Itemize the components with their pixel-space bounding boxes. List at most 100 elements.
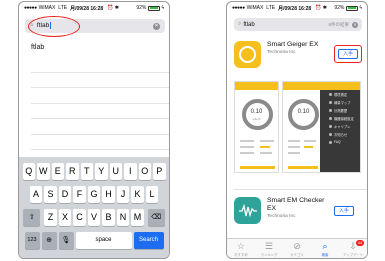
key-s[interactable]: S (44, 186, 57, 203)
key-u[interactable]: U (109, 163, 122, 180)
keyboard-row-2: ASDFGHJKL (21, 186, 167, 203)
battery-indicator: 92% ϟ (334, 5, 362, 11)
clear-icon[interactable]: ✕ (352, 21, 358, 28)
tab-label: アップデート (342, 252, 364, 257)
battery-percent: 92% (136, 5, 147, 11)
app-result-smart-em-checker[interactable]: Smart EM Checker EX Technoria Inc 入手 (234, 197, 363, 224)
search-icon: ⌕ (322, 240, 328, 251)
key-x[interactable]: X (58, 209, 72, 226)
search-field[interactable]: ⌕ ftlab 6件の結果 ✕ (234, 18, 362, 31)
search-input[interactable]: ftlab (243, 22, 254, 28)
em-checker-app-icon[interactable] (234, 197, 261, 224)
tab-label: おすすめ (234, 252, 248, 257)
key-m[interactable]: M (131, 209, 144, 226)
screenshot-menu-item: 計測履歴 (320, 106, 360, 114)
key-g[interactable]: G (87, 186, 101, 203)
screenshot-menu-item: 線量マップ (320, 98, 360, 106)
list-icon: ☰ (264, 240, 274, 251)
menu-bullet-icon (329, 140, 332, 144)
key-d[interactable]: D (58, 186, 72, 203)
screenshot-menu-item: FAQ (320, 138, 360, 146)
menu-bullet-icon (329, 100, 332, 104)
geiger-app-icon[interactable] (234, 41, 261, 68)
screenshot-menu-item: キャリブレ (320, 122, 360, 130)
highlight-box (334, 45, 362, 63)
menu-bullet-icon (329, 92, 332, 96)
screenshot-unit: μSv/h (252, 117, 261, 121)
key-c[interactable]: C (73, 209, 86, 226)
keyboard-row-1: QWERTYUIOP (21, 163, 167, 180)
app-name: Smart Geiger EX (267, 41, 319, 48)
tab-label: カテゴリ (290, 252, 304, 257)
get-button[interactable]: 入手 (334, 206, 354, 216)
search-suggestion[interactable]: ftlab (31, 44, 44, 51)
app-developer: Technoria Inc (267, 214, 296, 219)
key-f[interactable]: F (73, 186, 86, 203)
waveform-icon (238, 203, 257, 217)
key-q[interactable]: Q (22, 163, 35, 180)
key-j[interactable]: J (116, 186, 130, 203)
divider (234, 189, 367, 190)
screenshot-1[interactable]: 0.10 μSv/h (234, 81, 279, 173)
search-key[interactable]: Search (133, 232, 164, 249)
screenshot-menu-panel: 環境測定 線量マップ 計測履歴 機器接続設定 キャリブレ お知らせ FAQ (320, 90, 360, 172)
suggestion-list (31, 57, 169, 151)
screenshot-value: 0.10 (250, 109, 263, 115)
battery-icon (148, 5, 161, 11)
key-b[interactable]: B (102, 209, 115, 226)
star-icon: ☆ (236, 240, 246, 251)
battery-icon (346, 5, 359, 11)
carrier-label: WiMAX (246, 5, 264, 11)
app-developer: Technoria Inc (267, 50, 296, 55)
key-t[interactable]: T (80, 163, 93, 180)
numbers-key[interactable]: 123 (24, 232, 40, 249)
key-l[interactable]: L (145, 186, 159, 203)
shift-key[interactable]: ⇧ (23, 209, 41, 226)
keyboard: QWERTYUIOP ASDFGHJKL ⇧ ZXCVBNM ⌫ 123 ⊕ 🎙… (19, 157, 169, 258)
key-p[interactable]: P (153, 163, 166, 180)
key-y[interactable]: Y (95, 163, 108, 180)
signal-dots-icon: ●●●●● (24, 5, 37, 11)
key-a[interactable]: A (29, 186, 43, 203)
key-k[interactable]: K (131, 186, 144, 203)
tab-search[interactable]: ⌕ 検索 (311, 239, 339, 258)
tab-list[interactable]: ☰ ランキング (255, 239, 283, 258)
battery-percent: 92% (334, 5, 345, 11)
screenshot-menu-item: 環境測定 (320, 90, 360, 98)
app-screenshots[interactable]: 0.10 μSv/h 0.10 環境測定 線量マップ 計測履歴 機器接続設定 キャリブレ… (234, 81, 363, 173)
screenshot-2[interactable]: 0.10 環境測定 線量マップ 計測履歴 機器接続設定 キャリブレ お知らせ FAQ (282, 81, 361, 173)
clear-icon[interactable]: ✕ (153, 22, 160, 30)
signal-dots-icon: ●●●●● (232, 5, 245, 11)
key-n[interactable]: N (116, 209, 130, 226)
globe-icon[interactable]: ⊕ (41, 232, 57, 249)
tab-star[interactable]: ☆ おすすめ (227, 239, 255, 258)
app-result-smart-geiger[interactable]: Smart Geiger EX Technoria Inc 入手 (234, 41, 363, 68)
backspace-key[interactable]: ⌫ (147, 209, 165, 226)
carrier-label: WiMAX (38, 5, 56, 11)
alarm-bluetooth-icon: ⏰ ✱ (315, 5, 327, 11)
network-label: LTE (266, 5, 276, 11)
compass-icon: ⊘ (293, 240, 301, 251)
tab-compass[interactable]: ⊘ カテゴリ (283, 239, 311, 258)
tab-label: 検索 (321, 252, 329, 257)
keyboard-row-3: ⇧ ZXCVBNM ⌫ (21, 209, 167, 226)
screenshot-menu-item: お知らせ (320, 130, 360, 138)
menu-bullet-icon (329, 124, 332, 128)
tab-download[interactable]: ⇩ アップデート 44 (339, 239, 367, 258)
charging-icon: ϟ (161, 5, 164, 11)
key-e[interactable]: E (51, 163, 64, 180)
result-count: 6件の結果 (328, 21, 349, 27)
microphone-icon[interactable]: 🎙 (58, 232, 74, 249)
key-v[interactable]: V (87, 209, 101, 226)
left-phone-screen: ●●●●● WiMAX LTE 月/09/28 16:28 ⏰ ✱ 92% ϟ … (18, 1, 170, 259)
key-r[interactable]: R (66, 163, 79, 180)
key-h[interactable]: H (102, 186, 115, 203)
key-i[interactable]: I (124, 163, 137, 180)
highlight-oval (28, 16, 80, 37)
key-o[interactable]: O (138, 163, 151, 180)
network-label: LTE (58, 5, 68, 11)
key-w[interactable]: W (37, 163, 50, 180)
screenshot-menu-item: 機器接続設定 (320, 114, 360, 122)
key-z[interactable]: Z (44, 209, 57, 226)
space-key[interactable]: space (75, 232, 132, 249)
